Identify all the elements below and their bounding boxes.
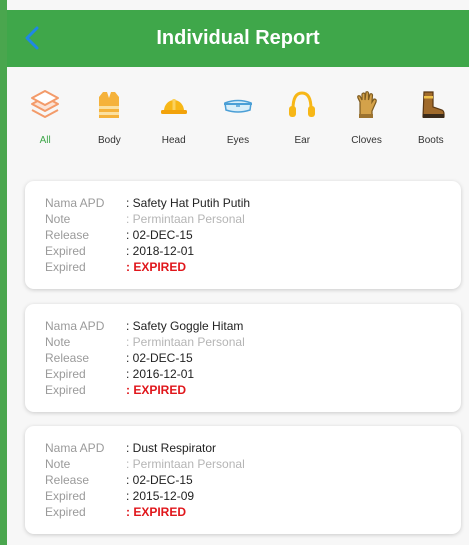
earmuffs-icon: [285, 88, 319, 122]
note-row: Note : Permintaan Personal: [45, 211, 245, 227]
goggles-icon: [221, 88, 255, 122]
category-gloves[interactable]: Cloves: [338, 88, 396, 158]
chevron-left-icon: [25, 26, 39, 50]
expired-status-label: Expired: [45, 505, 86, 519]
note-value: : Permintaan Personal: [126, 212, 245, 226]
release-label: Release: [45, 473, 90, 487]
category-label: All: [39, 135, 51, 146]
expired-status-value: : EXPIRED: [126, 505, 187, 519]
release-label: Release: [45, 351, 90, 365]
expired-status-value: : EXPIRED: [126, 260, 187, 274]
boot-icon: [414, 88, 448, 122]
release-value: : 02-DEC-15: [126, 228, 193, 242]
category-boots[interactable]: Boots: [402, 88, 460, 158]
note-label: Note: [45, 457, 71, 471]
category-head[interactable]: Head: [145, 88, 203, 158]
report-card[interactable]: Nama APD : Safety Goggle Hitam Note : Perm…: [25, 304, 461, 412]
expired-label: Expired: [45, 244, 86, 258]
nama-apd-label: Nama APD: [45, 441, 105, 455]
note-value: : Permintaan Personal: [126, 335, 245, 349]
expired-date-row: Expired : 2018-12-01: [45, 243, 194, 259]
category-label: Eyes: [226, 135, 250, 146]
category-filter-bar: All Body Head Eyes Ear Cloves Boots: [7, 88, 469, 158]
expired-status-label: Expired: [45, 383, 86, 397]
expired-label: Expired: [45, 489, 86, 503]
expired-status-label: Expired: [45, 260, 86, 274]
nama-apd-row: Nama APD : Safety Hat Putih Putih: [45, 195, 250, 211]
expired-status-row: Expired : EXPIRED: [45, 382, 186, 398]
category-label: Body: [98, 135, 121, 146]
nama-apd-value: : Safety Hat Putih Putih: [126, 196, 251, 210]
expired-date-row: Expired : 2016-12-01: [45, 366, 194, 382]
release-row: Release : 02-DEC-15: [45, 350, 193, 366]
nama-apd-row: Nama APD : Safety Goggle Hitam: [45, 318, 243, 334]
release-label: Release: [45, 228, 90, 242]
report-card[interactable]: Nama APD : Safety Hat Putih Putih Note : P…: [25, 181, 461, 289]
category-label: Boots: [418, 135, 444, 146]
vest-icon: [92, 88, 126, 122]
note-value: : Permintaan Personal: [126, 457, 245, 471]
note-row: Note : Permintaan Personal: [45, 456, 245, 472]
page-title: Individual Report: [156, 27, 320, 49]
release-row: Release : 02-DEC-15: [45, 472, 193, 488]
expired-status-value: : EXPIRED: [126, 383, 187, 397]
expired-status-row: Expired : EXPIRED: [45, 504, 186, 520]
layers-icon: [28, 88, 62, 122]
expired-label: Expired: [45, 367, 86, 381]
category-eyes[interactable]: Eyes: [209, 88, 267, 158]
nama-apd-label: Nama APD: [45, 319, 105, 333]
category-label: Cloves: [351, 135, 382, 146]
release-value: : 02-DEC-15: [126, 473, 193, 487]
nama-apd-label: Nama APD: [45, 196, 105, 210]
category-all[interactable]: All: [16, 88, 74, 158]
expired-date-value: : 2016-12-01: [126, 367, 195, 381]
nama-apd-row: Nama APD : Dust Respirator: [45, 440, 216, 456]
expired-date-value: : 2015-12-09: [126, 489, 195, 503]
note-row: Note : Permintaan Personal: [45, 334, 245, 350]
category-body[interactable]: Body: [80, 88, 138, 158]
back-button[interactable]: [19, 24, 45, 52]
expired-date-value: : 2018-12-01: [126, 244, 195, 258]
expired-date-row: Expired : 2015-12-09: [45, 488, 194, 504]
hardhat-icon: [157, 88, 191, 122]
nama-apd-value: : Dust Respirator: [126, 441, 217, 455]
nama-apd-value: : Safety Goggle Hitam: [126, 319, 244, 333]
note-label: Note: [45, 212, 71, 226]
category-label: Ear: [294, 135, 311, 146]
glove-icon: [350, 88, 384, 122]
app-screen: Individual Report All Body Head Eyes Ear…: [7, 0, 469, 545]
expired-status-row: Expired : EXPIRED: [45, 259, 186, 275]
left-edge-bar: [0, 0, 7, 545]
report-card[interactable]: Nama APD : Dust Respirator Note : Perminta…: [25, 426, 461, 534]
note-label: Note: [45, 335, 71, 349]
release-row: Release : 02-DEC-15: [45, 227, 193, 243]
category-ear[interactable]: Ear: [273, 88, 331, 158]
app-header: Individual Report: [7, 10, 469, 67]
category-label: Head: [161, 135, 186, 146]
release-value: : 02-DEC-15: [126, 351, 193, 365]
